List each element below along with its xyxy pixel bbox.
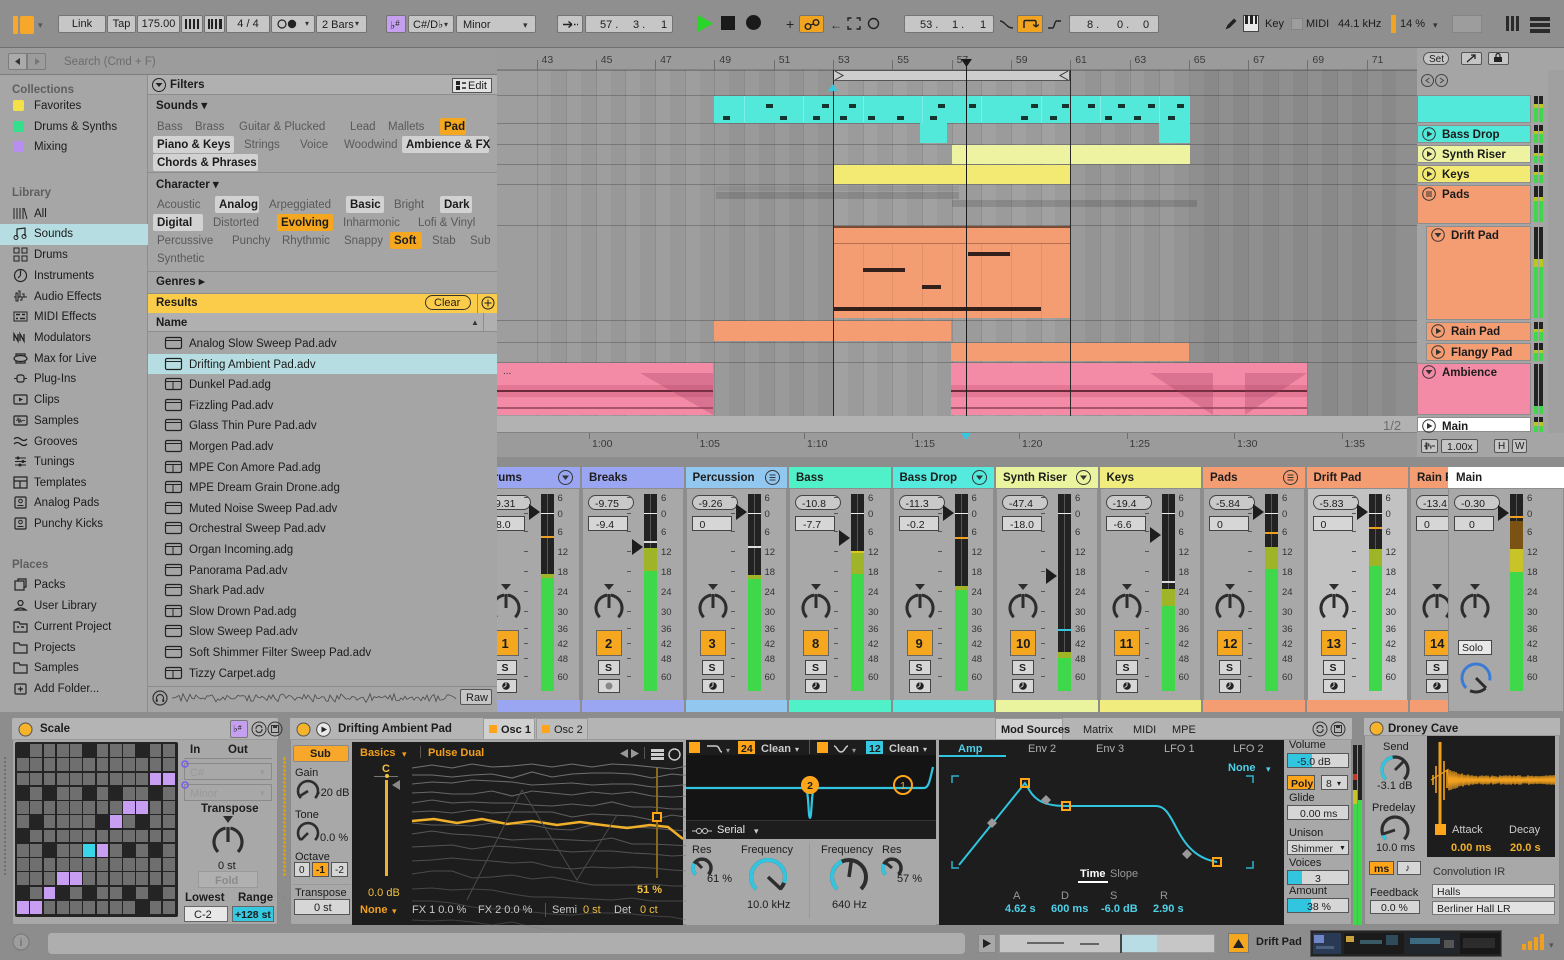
svg-text:i: i [19, 937, 22, 949]
svg-text:1: 1 [900, 780, 906, 792]
svg-text:2: 2 [807, 780, 813, 792]
